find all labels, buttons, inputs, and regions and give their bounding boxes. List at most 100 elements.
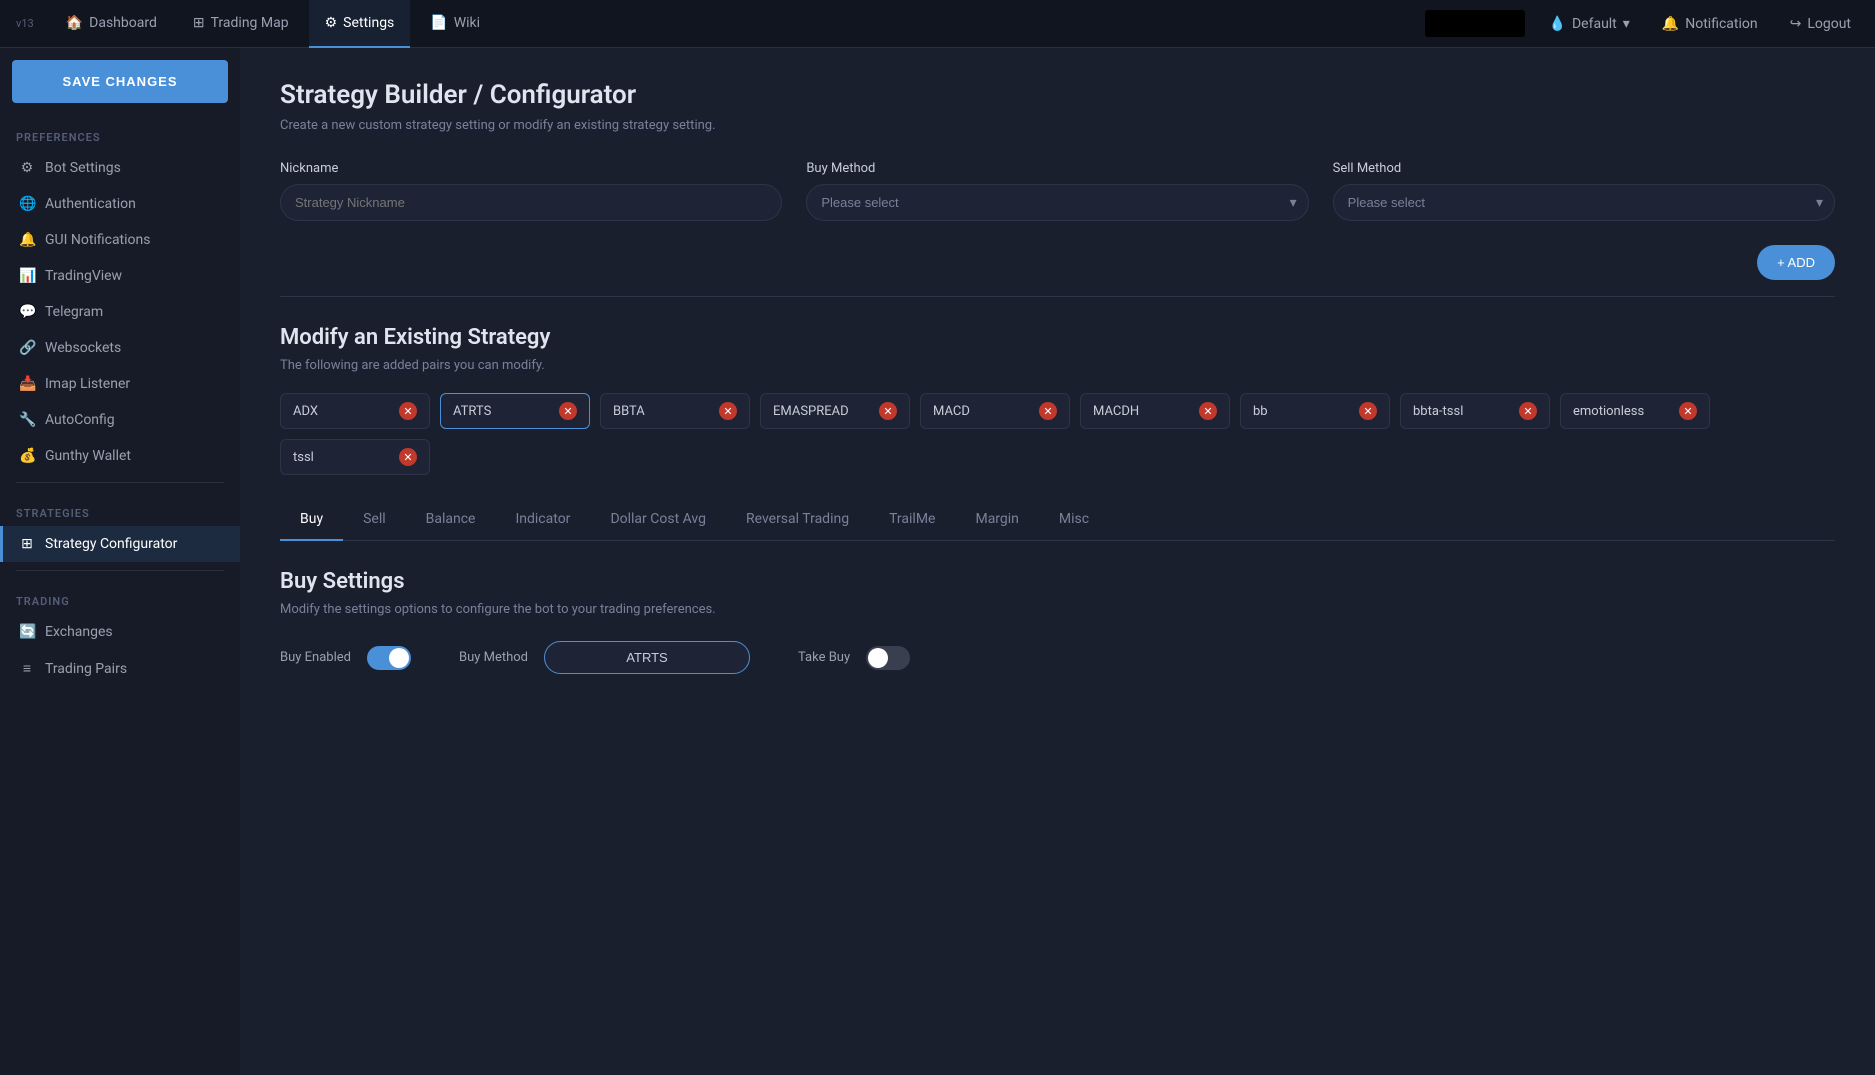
topnav-search-input[interactable] [1425,10,1525,37]
chart-icon: 📊 [19,268,35,284]
tab-trailme[interactable]: TrailMe [869,499,955,541]
sidebar-item-strategy-configurator[interactable]: ⊞ Strategy Configurator [0,526,240,562]
main-content: Strategy Builder / Configurator Create a… [240,48,1875,1075]
sell-method-group: Sell Method Please select [1333,161,1835,221]
strategy-tag[interactable]: tssl ✕ [280,439,430,475]
logout-btn[interactable]: ↪ Logout [1782,12,1859,36]
sidebar-item-websockets[interactable]: 🔗 Websockets [0,330,240,366]
sidebar-item-telegram[interactable]: 💬 Telegram [0,294,240,330]
strategy-tag[interactable]: emotionless ✕ [1560,393,1710,429]
take-buy-setting: Take Buy [798,646,910,670]
sidebar-item-exchanges[interactable]: 🔄 Exchanges [0,614,240,650]
layout: SAVE CHANGES Preferences ⚙ Bot Settings … [0,48,1875,1075]
take-buy-knob [868,648,888,668]
strategy-tag[interactable]: ATRTS ✕ [440,393,590,429]
gear-icon: ⚙ [19,160,35,176]
exchange-icon: 🔄 [19,624,35,640]
tabs-container: BuySellBalanceIndicatorDollar Cost AvgRe… [280,499,1835,541]
strategy-tag-name: tssl [293,450,389,465]
strategy-tag-remove-button[interactable]: ✕ [559,402,577,420]
sidebar-item-bot-settings[interactable]: ⚙ Bot Settings [0,150,240,186]
tab-misc[interactable]: Misc [1039,499,1109,541]
tab-balance[interactable]: Balance [406,499,496,541]
inbox-icon: 📥 [19,376,35,392]
globe-icon: 🌐 [19,196,35,212]
strategy-tag-remove-button[interactable]: ✕ [1519,402,1537,420]
strategy-tag-remove-button[interactable]: ✕ [399,402,417,420]
logout-icon: ↪ [1790,16,1802,32]
strategy-tag-remove-button[interactable]: ✕ [879,402,897,420]
pairs-icon: ≡ [19,660,35,677]
sidebar-divider-1 [16,482,224,483]
tab-margin[interactable]: Margin [955,499,1038,541]
bell-icon: 🔔 [19,232,35,248]
save-changes-button[interactable]: SAVE CHANGES [12,60,228,103]
strategy-tag-remove-button[interactable]: ✕ [1359,402,1377,420]
sidebar-item-trading-pairs[interactable]: ≡ Trading Pairs [0,650,240,687]
sidebar-item-gunthy-wallet[interactable]: 💰 Gunthy Wallet [0,438,240,474]
section-divider [280,296,1835,297]
strategy-tag-name: BBTA [613,404,709,419]
nav-trading-map[interactable]: ⊞ Trading Map [177,0,305,48]
chevron-down-icon: ▾ [1623,16,1630,32]
strategy-tag-name: ATRTS [453,404,549,419]
buy-enabled-toggle[interactable] [367,646,411,670]
modify-section-subtitle: The following are added pairs you can mo… [280,358,1835,373]
tab-buy[interactable]: Buy [280,499,343,541]
strategy-tag-remove-button[interactable]: ✕ [399,448,417,466]
nickname-group: Nickname [280,161,782,221]
strategy-tag[interactable]: EMASPREAD ✕ [760,393,910,429]
nickname-input[interactable] [280,184,782,221]
strategy-tag-name: ADX [293,404,389,419]
sidebar-item-tradingview[interactable]: 📊 TradingView [0,258,240,294]
strategy-tag[interactable]: bb ✕ [1240,393,1390,429]
notification-btn[interactable]: 🔔 Notification [1654,12,1766,36]
strategy-tag[interactable]: bbta-tssl ✕ [1400,393,1550,429]
strategy-tag-remove-button[interactable]: ✕ [1039,402,1057,420]
home-icon: 🏠 [66,15,83,31]
strategy-tag-remove-button[interactable]: ✕ [1679,402,1697,420]
sell-method-label: Sell Method [1333,161,1835,176]
sidebar-item-autoconfig[interactable]: 🔧 AutoConfig [0,402,240,438]
strategy-tag[interactable]: MACD ✕ [920,393,1070,429]
tab-reversal-trading[interactable]: Reversal Trading [726,499,869,541]
buy-method-label: Buy Method [806,161,1308,176]
take-buy-label: Take Buy [798,650,850,665]
strategies-section-label: Strategies [0,491,240,526]
preferences-section-label: Preferences [0,115,240,150]
sidebar-item-imap[interactable]: 📥 Imap Listener [0,366,240,402]
add-strategy-button[interactable]: + ADD [1757,245,1835,280]
sidebar-item-gui-notifications[interactable]: 🔔 GUI Notifications [0,222,240,258]
tab-sell[interactable]: Sell [343,499,406,541]
grid-icon: ⊞ [193,15,205,31]
strategy-tag-remove-button[interactable]: ✕ [1199,402,1217,420]
nav-wiki[interactable]: 📄 Wiki [414,0,496,48]
default-dropdown[interactable]: 💧 Default ▾ [1541,12,1638,36]
buy-method-value-input[interactable] [544,641,750,674]
nav-dashboard[interactable]: 🏠 Dashboard [50,0,173,48]
droplet-icon: 💧 [1549,16,1566,32]
take-buy-toggle[interactable] [866,646,910,670]
sidebar-item-authentication[interactable]: 🌐 Authentication [0,186,240,222]
modify-section-title: Modify an Existing Strategy [280,325,1835,350]
strategy-tag[interactable]: ADX ✕ [280,393,430,429]
buy-method-setting: Buy Method [459,641,750,674]
buy-method-select[interactable]: Please select [806,184,1308,221]
nav-settings[interactable]: ⚙ Settings [309,0,411,48]
strategy-tag[interactable]: BBTA ✕ [600,393,750,429]
buy-method-select-wrapper: Please select [806,184,1308,221]
sell-method-select[interactable]: Please select [1333,184,1835,221]
topnav-right: 💧 Default ▾ 🔔 Notification ↪ Logout [1425,10,1859,37]
chat-icon: 💬 [19,304,35,320]
strategy-tag[interactable]: MACDH ✕ [1080,393,1230,429]
tab-dollar-cost-avg[interactable]: Dollar Cost Avg [590,499,726,541]
strategy-tag-name: MACD [933,404,1029,419]
page-subtitle: Create a new custom strategy setting or … [280,118,1835,133]
buy-method-group: Buy Method Please select [806,161,1308,221]
tab-indicator[interactable]: Indicator [495,499,590,541]
strategy-tag-name: bbta-tssl [1413,404,1509,419]
sell-method-select-wrapper: Please select [1333,184,1835,221]
nav-items: 🏠 Dashboard ⊞ Trading Map ⚙ Settings 📄 W… [50,0,1425,48]
version-label: v13 [16,17,34,30]
strategy-tag-remove-button[interactable]: ✕ [719,402,737,420]
